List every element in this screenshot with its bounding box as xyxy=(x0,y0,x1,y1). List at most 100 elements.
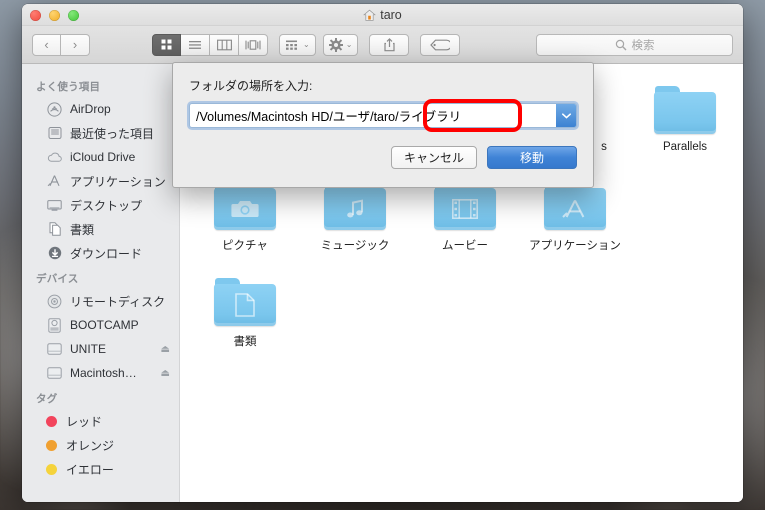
sidebar-item-label: オレンジ xyxy=(66,438,115,453)
eject-icon[interactable]: ⏏ xyxy=(161,344,170,355)
forward-button[interactable]: › xyxy=(61,33,90,56)
sidebar-item-unite[interactable]: UNITE ⏏ xyxy=(22,337,179,361)
list-item-movies[interactable]: ムービー xyxy=(410,178,520,274)
cancel-button[interactable]: キャンセル xyxy=(391,146,477,169)
movies-folder-icon xyxy=(434,182,496,230)
sidebar-item-tag-orange[interactable]: オレンジ xyxy=(22,433,179,457)
plain-folder-icon xyxy=(654,86,716,134)
back-button[interactable]: ‹ xyxy=(32,33,61,56)
item-label: Parallels xyxy=(662,141,708,153)
sidebar-item-label: 書類 xyxy=(70,222,95,237)
gear-icon xyxy=(328,37,343,52)
chevron-right-icon: › xyxy=(72,37,78,52)
path-dropdown-button[interactable] xyxy=(556,104,576,127)
go-to-folder-dialog: フォルダの場所を入力: キャンセル 移動 xyxy=(172,62,594,188)
item-label: ピクチャ xyxy=(222,240,268,252)
tag-dot-icon xyxy=(46,439,57,451)
search-field[interactable]: 検索 xyxy=(536,34,733,56)
occluded-item-label: s xyxy=(601,141,607,153)
sidebar-item-bootcamp[interactable]: BOOTCAMP xyxy=(22,313,179,337)
toolbar-menu-group: ⌄ ⌄ xyxy=(279,33,359,56)
sidebar-item-tag-yellow[interactable]: イエロー xyxy=(22,457,179,481)
share-button[interactable] xyxy=(369,33,410,56)
list-item-applications[interactable]: アプリケーション xyxy=(520,178,630,274)
sidebar-item-applications[interactable]: アプリケーション xyxy=(22,169,179,193)
tag-button[interactable] xyxy=(420,33,461,56)
chevron-down-icon xyxy=(561,112,571,119)
view-mode-group xyxy=(152,33,268,56)
action-button[interactable]: ⌄ xyxy=(322,33,359,56)
search-placeholder: 検索 xyxy=(631,40,655,52)
sidebar-item-label: レッド xyxy=(66,414,103,429)
document-page-icon xyxy=(214,286,276,324)
sidebar-item-tag-red[interactable]: レッド xyxy=(22,409,179,433)
list-item-pictures[interactable]: ピクチャ xyxy=(190,178,300,274)
sidebar-item-desktop[interactable]: デスクトップ xyxy=(22,193,179,217)
view-mode-icon[interactable] xyxy=(152,33,181,56)
item-label: 書類 xyxy=(233,336,257,348)
chevron-down-icon: ⌄ xyxy=(345,40,353,49)
documents-icon xyxy=(46,221,63,238)
chevron-left-icon: ‹ xyxy=(44,37,49,52)
sidebar-item-label: アプリケーション xyxy=(70,174,166,189)
list-item-music[interactable]: ミュージック xyxy=(300,178,410,274)
hard-drive-icon xyxy=(46,341,63,358)
window-titlebar[interactable]: taro xyxy=(22,4,743,26)
tag-dot-icon xyxy=(46,415,57,427)
sidebar-item-label: AirDrop xyxy=(70,102,111,116)
finder-window: taro ‹ › ⌄ ⌄ 検索 よく使う項目 AirDrop 最近使った項目 i… xyxy=(22,4,743,502)
item-label: ミュージック xyxy=(320,240,390,252)
dialog-prompt-label: フォルダの場所を入力: xyxy=(189,79,313,93)
home-icon xyxy=(363,9,377,22)
sidebar-item-remote-disc[interactable]: リモートディスク xyxy=(22,289,179,313)
recents-icon xyxy=(46,125,63,142)
coverflow-icon xyxy=(245,39,261,50)
go-button[interactable]: 移動 xyxy=(487,146,577,169)
sidebar-item-label: UNITE xyxy=(70,342,106,356)
sidebar-item-airdrop[interactable]: AirDrop xyxy=(22,97,179,121)
sidebar-item-label: リモートディスク xyxy=(70,294,166,309)
list-item-parallels[interactable]: Parallels xyxy=(630,82,740,178)
view-mode-column[interactable] xyxy=(210,33,239,56)
remote-disc-icon xyxy=(46,293,63,310)
sidebar-item-downloads[interactable]: ダウンロード xyxy=(22,241,179,265)
item-label: アプリケーション xyxy=(529,240,621,252)
folder-path-combobox[interactable] xyxy=(189,103,577,128)
list-icon xyxy=(189,40,201,49)
sidebar-item-recents[interactable]: 最近使った項目 xyxy=(22,121,179,145)
sidebar-item-documents[interactable]: 書類 xyxy=(22,217,179,241)
film-icon xyxy=(434,190,496,228)
icloud-icon xyxy=(46,149,63,166)
sidebar-item-label: イエロー xyxy=(66,462,114,477)
sidebar-item-label: iCloud Drive xyxy=(70,150,136,164)
sidebar-item-macintosh-hd[interactable]: Macintosh… ⏏ xyxy=(22,361,179,385)
tag-dot-icon xyxy=(46,463,57,475)
item-label: ムービー xyxy=(442,240,488,252)
view-mode-coverflow[interactable] xyxy=(239,33,268,56)
airdrop-icon xyxy=(46,101,63,118)
applications-folder-icon xyxy=(544,182,606,230)
view-mode-list[interactable] xyxy=(181,33,210,56)
appstore-a-icon xyxy=(544,190,606,228)
columns-icon xyxy=(216,39,232,50)
downloads-icon xyxy=(46,245,63,262)
grid-icon xyxy=(161,39,172,50)
sidebar-section-devices-header: デバイス xyxy=(36,273,79,285)
bootcamp-drive-icon xyxy=(46,317,63,334)
sidebar-item-icloud-drive[interactable]: iCloud Drive xyxy=(22,145,179,169)
camera-icon xyxy=(214,190,276,228)
list-item-documents[interactable]: 書類 xyxy=(190,274,300,370)
window-title-text: taro xyxy=(380,8,402,22)
documents-folder-icon xyxy=(214,278,276,326)
arrange-button[interactable]: ⌄ xyxy=(279,33,316,56)
share-icon xyxy=(384,37,395,51)
search-icon xyxy=(615,39,626,51)
sidebar: よく使う項目 AirDrop 最近使った項目 iCloud Drive アプリケ… xyxy=(22,64,180,502)
music-note-icon xyxy=(324,190,386,228)
sidebar-item-label: Macintosh… xyxy=(70,366,137,380)
eject-icon[interactable]: ⏏ xyxy=(161,368,170,379)
sidebar-section-tags-header: タグ xyxy=(36,393,58,405)
sidebar-item-label: デスクトップ xyxy=(70,198,143,213)
nav-button-group: ‹ › xyxy=(32,33,90,56)
folder-path-input[interactable] xyxy=(190,104,556,127)
